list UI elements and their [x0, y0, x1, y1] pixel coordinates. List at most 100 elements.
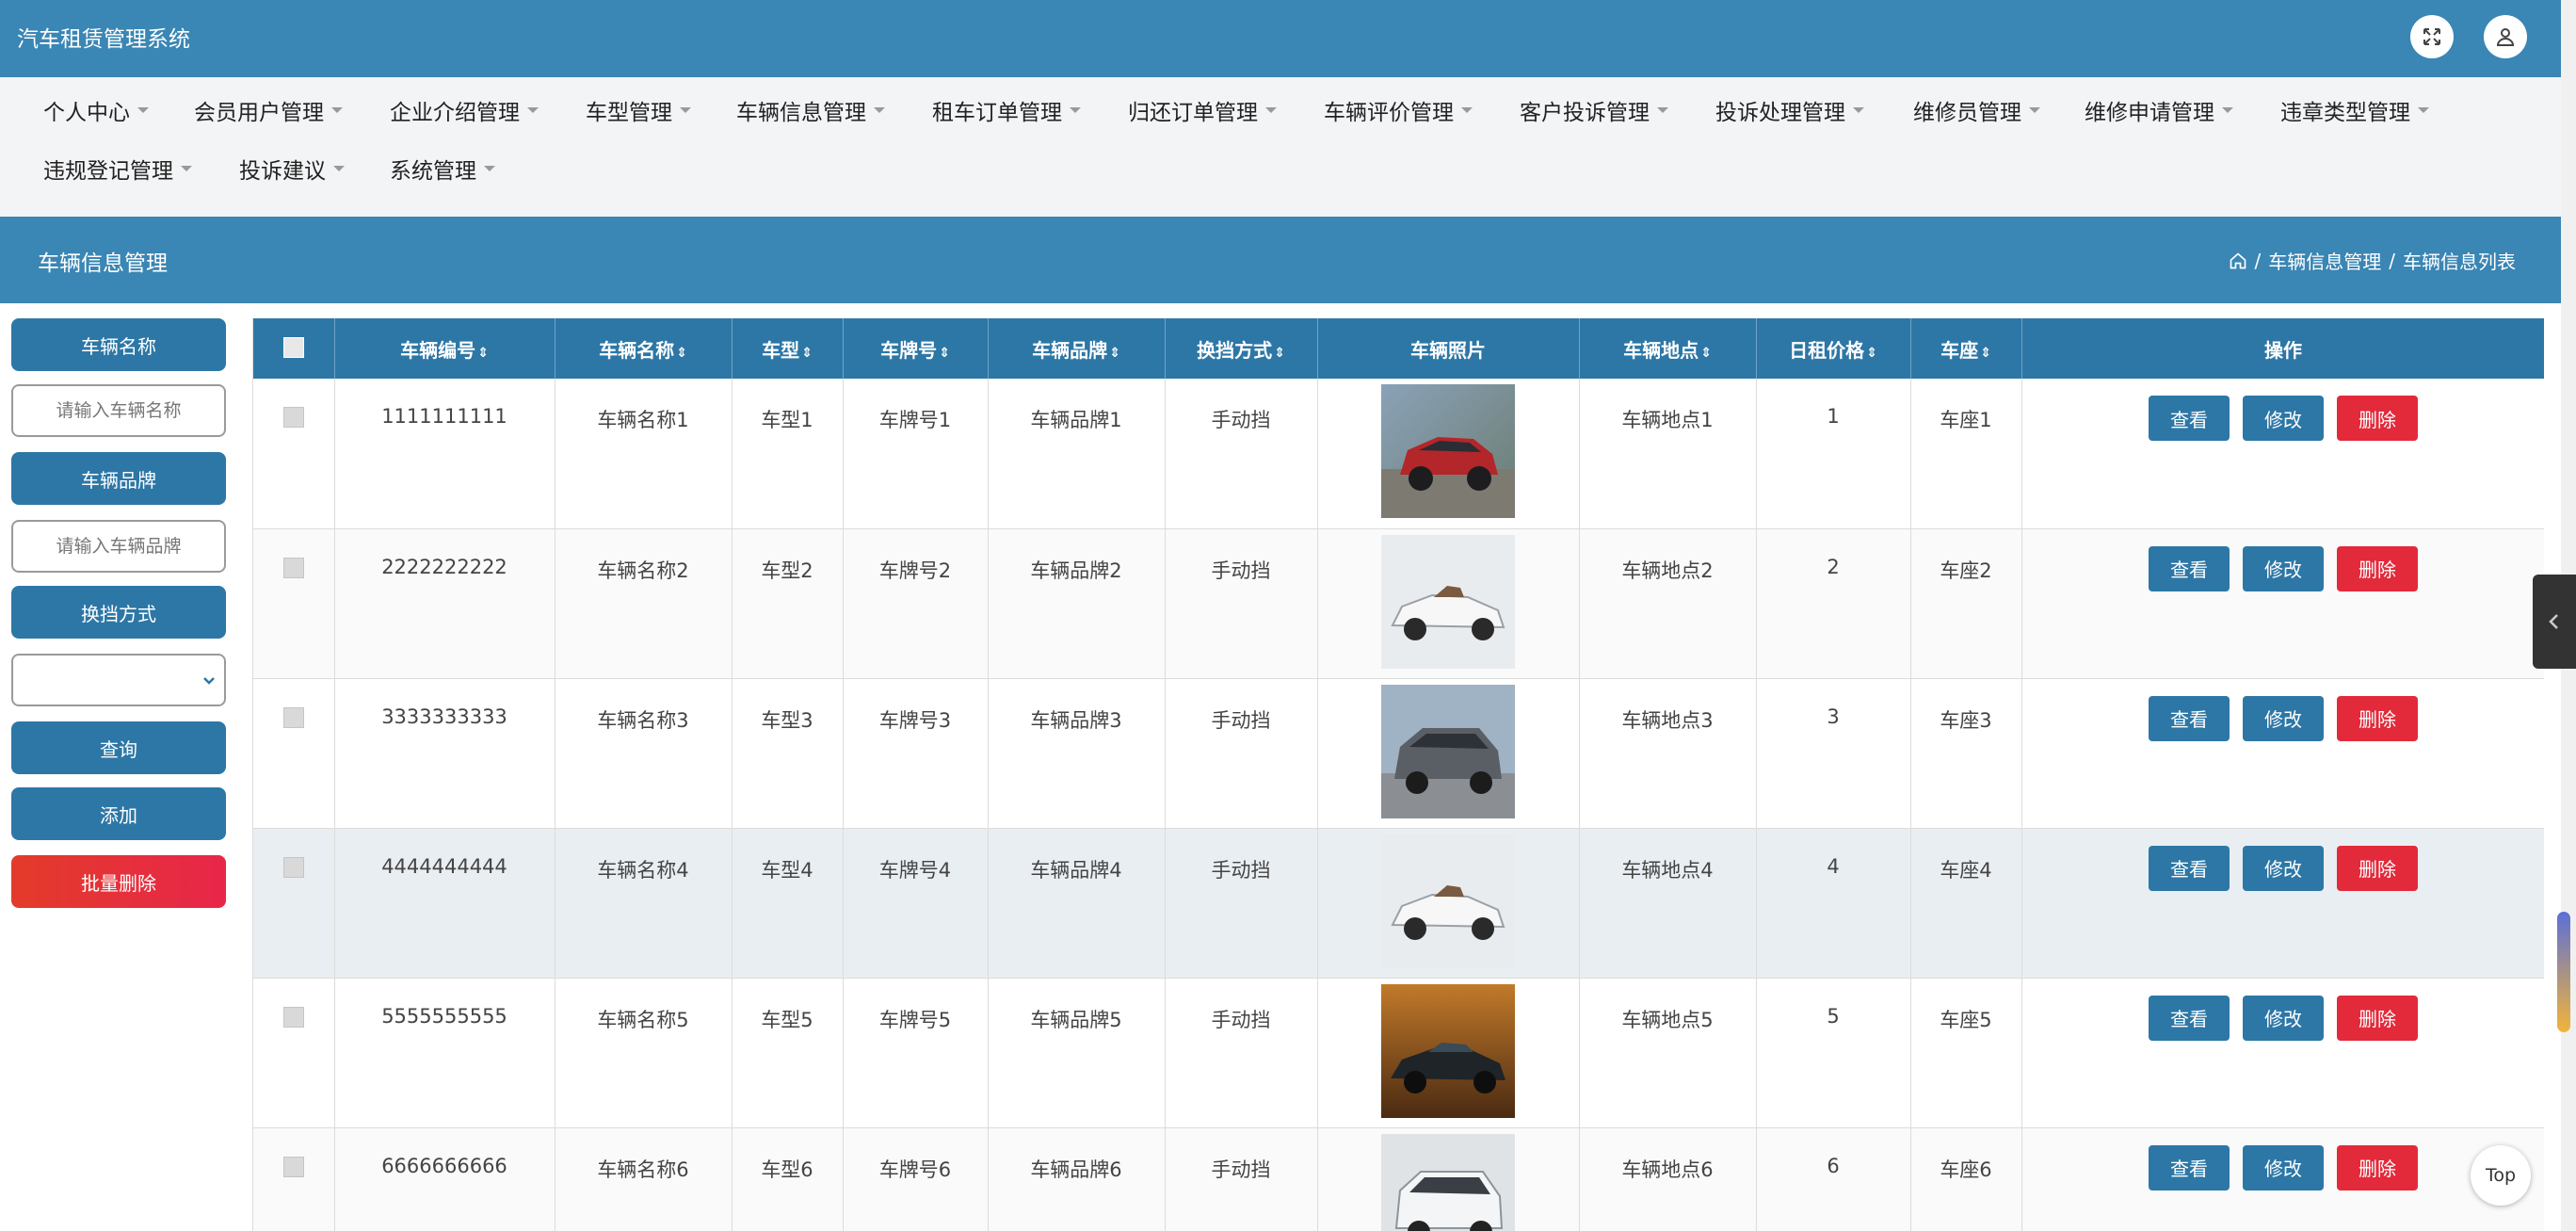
nav-item[interactable]: 客户投诉管理 [1520, 94, 1668, 126]
home-icon[interactable] [2229, 251, 2247, 270]
nav-item[interactable]: 车型管理 [586, 94, 691, 126]
user-button[interactable] [2484, 15, 2527, 58]
cell-location: 车辆地点2 [1579, 528, 1757, 679]
table-row: 6666666666 车辆名称6 车型6 车牌号6 车辆品牌6 手动挡 车辆地点… [253, 1127, 2544, 1231]
select-all-checkbox[interactable] [282, 336, 304, 358]
view-button[interactable]: 查看 [2149, 396, 2230, 441]
column-header[interactable]: 车座 ⇕ [1910, 318, 2022, 379]
car-photo [1381, 983, 1515, 1118]
nav-item[interactable]: 维修员管理 [1913, 94, 2040, 126]
nav-item[interactable]: 维修申请管理 [2085, 94, 2233, 126]
cell-gear: 手动挡 [1165, 828, 1318, 979]
breadcrumb: / 车辆信息管理 / 车辆信息列表 [2229, 247, 2516, 274]
view-button[interactable]: 查看 [2149, 1144, 2230, 1191]
sort-icon: ⇕ [477, 345, 489, 361]
brand-search-input[interactable] [11, 520, 226, 573]
delete-button[interactable]: 删除 [2337, 545, 2418, 591]
cell-brand: 车辆品牌2 [988, 528, 1166, 679]
scrollbar-thumb[interactable] [2557, 912, 2570, 1032]
delete-button[interactable]: 删除 [2337, 1144, 2418, 1191]
cell-location: 车辆地点3 [1579, 678, 1757, 829]
table-row: 3333333333 车辆名称3 车型3 车牌号3 车辆品牌3 手动挡 车辆地点… [253, 678, 2544, 829]
column-header[interactable]: 日租价格 ⇕ [1756, 318, 1911, 379]
vehicle-table: 车辆编号 ⇕ 车辆名称 ⇕ 车型 ⇕ 车牌号 ⇕ 车辆品牌 ⇕ 换挡方式 ⇕ 车辆照片 车辆… [252, 318, 2544, 1231]
gear-select[interactable] [11, 654, 226, 706]
cell-price: 5 [1756, 978, 1911, 1128]
column-header[interactable]: 车辆编号 ⇕ [334, 318, 555, 379]
row-checkbox[interactable] [282, 407, 304, 428]
cell-name: 车辆名称3 [555, 678, 733, 829]
caret-down-icon [680, 107, 691, 113]
nav-item[interactable]: 企业介绍管理 [390, 94, 539, 126]
nav-item[interactable]: 系统管理 [390, 153, 495, 185]
row-checkbox[interactable] [282, 706, 304, 728]
cell-price: 3 [1756, 678, 1911, 829]
edit-button[interactable]: 修改 [2243, 1144, 2324, 1191]
nav-item[interactable]: 车辆信息管理 [736, 94, 885, 126]
gear-label: 换挡方式 [11, 586, 226, 639]
view-button[interactable]: 查看 [2149, 695, 2230, 741]
cell-plate: 车牌号4 [843, 828, 989, 979]
cell-id: 4444444444 [334, 828, 555, 979]
cell-plate: 车牌号3 [843, 678, 989, 829]
nav-item[interactable]: 会员用户管理 [194, 94, 343, 126]
nav-item[interactable]: 归还订单管理 [1128, 94, 1277, 126]
row-checkbox[interactable] [282, 1006, 304, 1028]
column-header[interactable]: 车牌号 ⇕ [843, 318, 989, 379]
cell-gear: 手动挡 [1165, 678, 1318, 829]
nav-item[interactable]: 个人中心 [43, 94, 149, 126]
edit-button[interactable]: 修改 [2243, 695, 2324, 741]
name-search-input[interactable] [11, 384, 226, 437]
name-label: 车辆名称 [11, 318, 226, 371]
column-header[interactable]: 车辆品牌 ⇕ [988, 318, 1166, 379]
add-button[interactable]: 添加 [11, 787, 226, 840]
row-checkbox[interactable] [282, 856, 304, 878]
nav-item[interactable]: 租车订单管理 [932, 94, 1081, 126]
edit-button[interactable]: 修改 [2243, 845, 2324, 891]
row-checkbox[interactable] [282, 557, 304, 578]
cell-seat: 车座6 [1910, 1127, 2022, 1231]
query-button[interactable]: 查询 [11, 721, 226, 774]
expand-icon [2423, 28, 2440, 45]
view-button[interactable]: 查看 [2149, 995, 2230, 1041]
cell-name: 车辆名称4 [555, 828, 733, 979]
view-button[interactable]: 查看 [2149, 545, 2230, 591]
cell-brand: 车辆品牌1 [988, 379, 1166, 529]
batch-delete-button[interactable]: 批量删除 [11, 855, 226, 908]
sort-icon: ⇕ [939, 345, 950, 361]
row-checkbox[interactable] [282, 1156, 304, 1177]
car-photo [1381, 684, 1515, 818]
nav-item[interactable]: 违规登记管理 [43, 153, 192, 185]
column-header[interactable]: 换挡方式 ⇕ [1165, 318, 1318, 379]
cell-name: 车辆名称5 [555, 978, 733, 1128]
cell-seat: 车座5 [1910, 978, 2022, 1128]
column-header[interactable]: 车型 ⇕ [732, 318, 844, 379]
table-row: 4444444444 车辆名称4 车型4 车牌号4 车辆品牌4 手动挡 车辆地点… [253, 828, 2544, 979]
view-button[interactable]: 查看 [2149, 845, 2230, 891]
back-to-top-button[interactable]: Top [2471, 1145, 2531, 1206]
edit-button[interactable]: 修改 [2243, 545, 2324, 591]
cell-price: 1 [1756, 379, 1911, 529]
cell-model: 车型2 [732, 528, 844, 679]
column-header[interactable]: 车辆地点 ⇕ [1579, 318, 1757, 379]
column-header[interactable]: 车辆名称 ⇕ [555, 318, 733, 379]
delete-button[interactable]: 删除 [2337, 995, 2418, 1041]
delete-button[interactable]: 删除 [2337, 695, 2418, 741]
car-photo [1381, 1133, 1515, 1231]
cell-id: 6666666666 [334, 1127, 555, 1231]
cell-id: 1111111111 [334, 379, 555, 529]
collapse-side-tab[interactable] [2533, 575, 2576, 669]
cell-name: 车辆名称1 [555, 379, 733, 529]
select-all-header[interactable] [253, 318, 335, 379]
nav-item[interactable]: 投诉处理管理 [1715, 94, 1864, 126]
edit-button[interactable]: 修改 [2243, 396, 2324, 441]
delete-button[interactable]: 删除 [2337, 396, 2418, 441]
nav-item[interactable]: 投诉建议 [239, 153, 345, 185]
cell-plate: 车牌号6 [843, 1127, 989, 1231]
breadcrumb-item[interactable]: 车辆信息管理 [2268, 247, 2381, 274]
nav-item[interactable]: 违章类型管理 [2280, 94, 2429, 126]
edit-button[interactable]: 修改 [2243, 995, 2324, 1041]
fullscreen-button[interactable] [2410, 15, 2454, 58]
nav-item[interactable]: 车辆评价管理 [1324, 94, 1473, 126]
delete-button[interactable]: 删除 [2337, 845, 2418, 891]
